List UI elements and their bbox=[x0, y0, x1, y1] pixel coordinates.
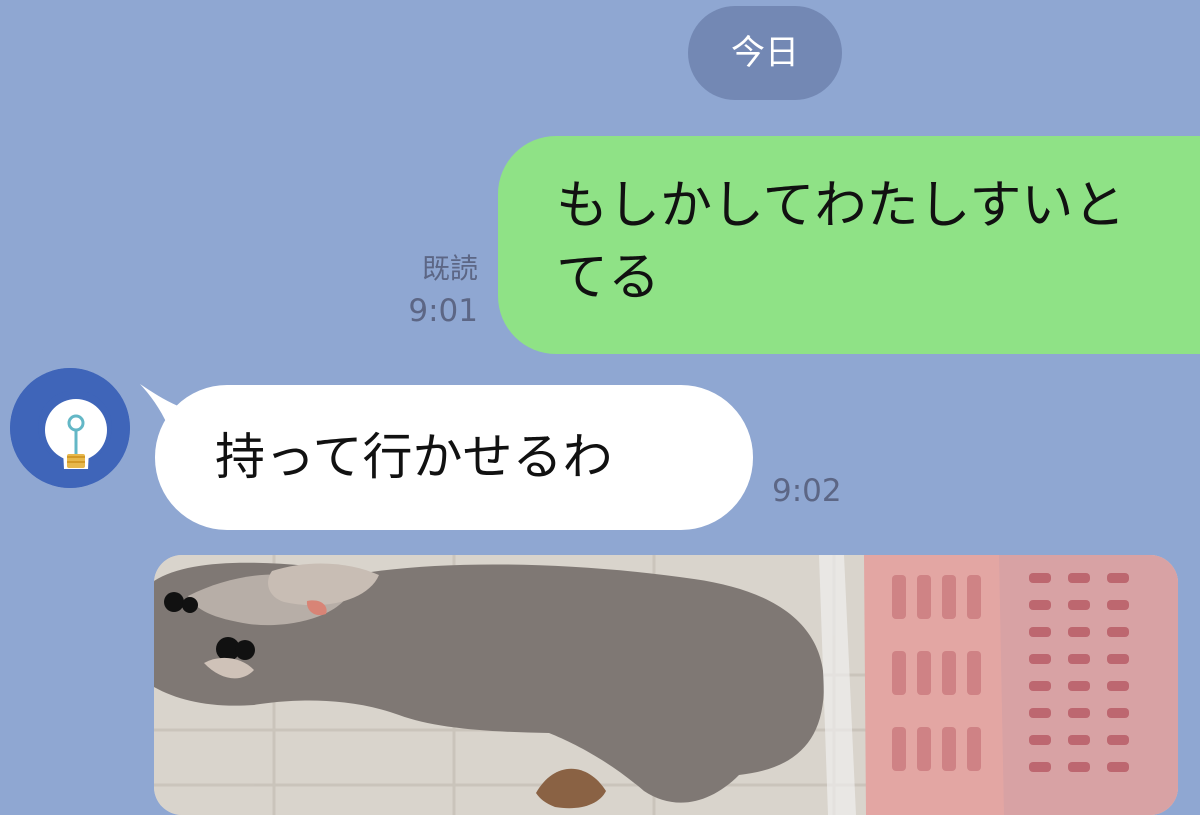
received-message-time: 9:02 bbox=[772, 473, 842, 509]
date-separator: 今日 bbox=[688, 6, 842, 100]
sent-message-meta: 既読 9:01 bbox=[394, 248, 478, 332]
read-status: 既読 bbox=[421, 252, 478, 285]
lightbulb-icon bbox=[10, 368, 130, 488]
sent-message-bubble[interactable]: もしかしてわたしすいと てる bbox=[498, 136, 1200, 354]
sent-message-line-1: もしかしてわたしすいと bbox=[556, 176, 1126, 236]
sent-message-time: 9:01 bbox=[408, 293, 478, 329]
received-message-bubble[interactable]: 持って行かせるわ bbox=[155, 385, 753, 530]
sender-avatar[interactable] bbox=[10, 368, 130, 488]
photo-message[interactable] bbox=[154, 555, 1178, 815]
received-message-text: 持って行かせるわ bbox=[215, 428, 613, 486]
photo-image bbox=[154, 555, 1178, 815]
sent-message-line-2: てる bbox=[556, 248, 661, 308]
